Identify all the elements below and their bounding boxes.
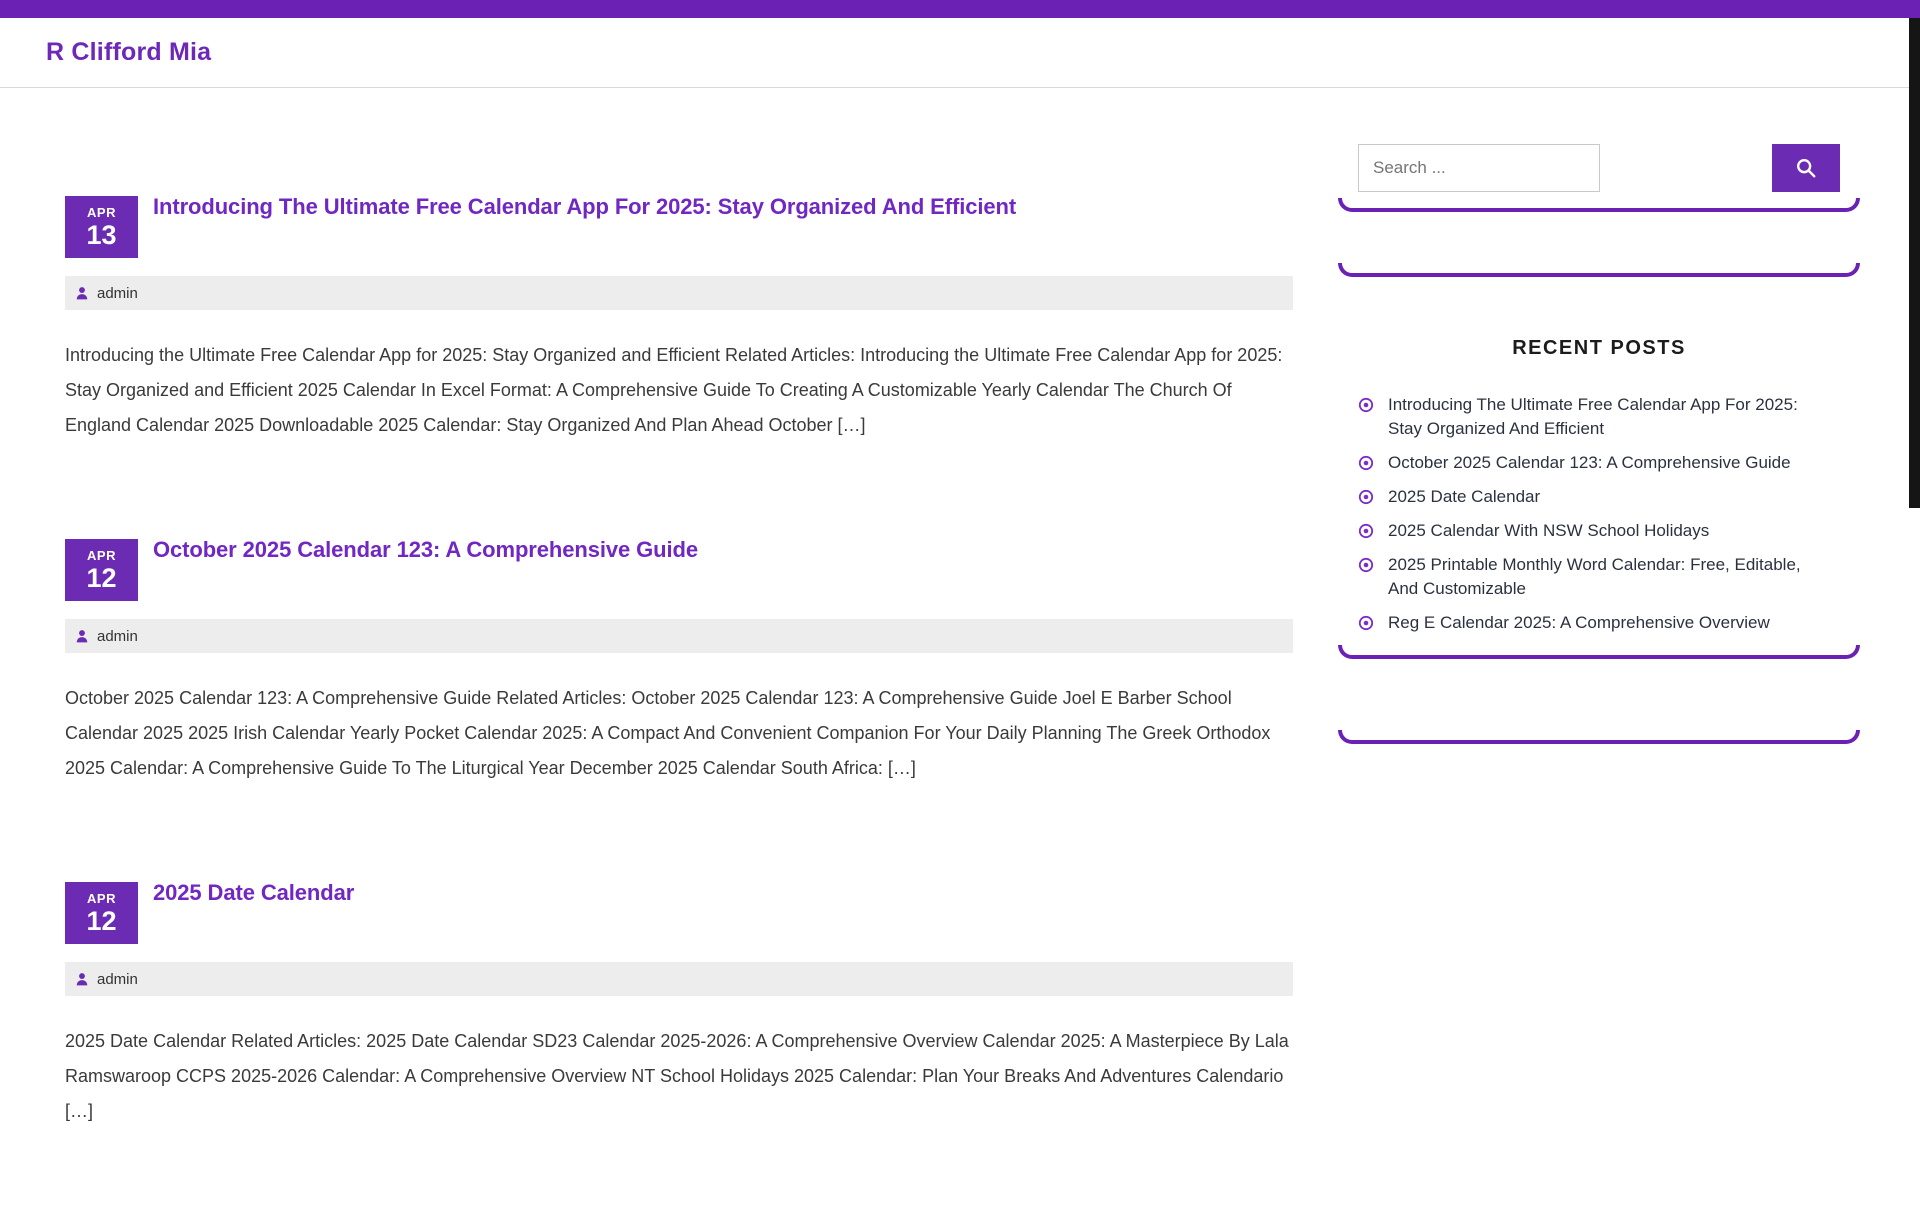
post-article: APR 12 October 2025 Calendar 123: A Comp… [65,536,1293,786]
post-date-day: 13 [86,219,117,250]
bullseye-icon [1358,523,1374,539]
post-date-badge: APR 12 [65,882,138,944]
search-input[interactable] [1358,144,1600,192]
post-date-badge: APR 12 [65,539,138,601]
post-author-link[interactable]: admin [97,285,138,302]
empty-widget-border [1338,263,1860,277]
post-article: APR 12 2025 Date Calendar admin 2025 Dat… [65,879,1293,1129]
post-author-link[interactable]: admin [97,628,138,645]
post-header: APR 12 October 2025 Calendar 123: A Comp… [65,536,1293,601]
post-header: APR 12 2025 Date Calendar [65,879,1293,944]
post-author-link[interactable]: admin [97,971,138,988]
vertical-scrollbar[interactable] [1909,18,1920,508]
post-header: APR 13 Introducing The Ultimate Free Cal… [65,193,1293,258]
recent-post-link[interactable]: Introducing The Ultimate Free Calendar A… [1388,393,1828,441]
post-excerpt: 2025 Date Calendar Related Articles: 202… [65,1031,1289,1121]
bullseye-icon [1358,455,1374,471]
recent-post-item: 2025 Date Calendar [1358,485,1860,509]
recent-posts-heading: RECENT POSTS [1512,337,1686,359]
recent-post-item: 2025 Calendar With NSW School Holidays [1358,519,1860,543]
recent-post-item: Reg E Calendar 2025: A Comprehensive Ove… [1358,611,1860,635]
recent-post-link[interactable]: 2025 Printable Monthly Word Calendar: Fr… [1388,553,1828,601]
post-article: APR 13 Introducing The Ultimate Free Cal… [65,193,1293,443]
user-icon [76,630,88,643]
post-date-month: APR [87,890,116,906]
site-header: R Clifford Mia [0,18,1920,88]
site-title-link[interactable]: R Clifford Mia [46,38,211,67]
post-meta-bar: admin [65,276,1293,310]
recent-post-item: October 2025 Calendar 123: A Comprehensi… [1358,451,1860,475]
post-excerpt: Introducing the Ultimate Free Calendar A… [65,345,1283,435]
post-meta-bar: admin [65,962,1293,996]
post-title-link[interactable]: Introducing The Ultimate Free Calendar A… [153,193,1016,221]
post-date-badge: APR 13 [65,196,138,258]
post-date-day: 12 [86,562,117,593]
post-date-month: APR [87,204,116,220]
post-meta-bar: admin [65,619,1293,653]
top-accent-bar [0,0,1920,18]
sidebar: RECENT POSTS Introducing The Ultimate Fr… [1338,144,1860,744]
search-widget [1338,144,1860,192]
recent-post-item: Introducing The Ultimate Free Calendar A… [1358,393,1860,441]
post-excerpt: October 2025 Calendar 123: A Comprehensi… [65,688,1271,778]
empty-widget-border [1338,730,1860,744]
recent-posts-widget-border [1338,645,1860,659]
recent-post-link[interactable]: 2025 Calendar With NSW School Holidays [1388,519,1709,543]
bullseye-icon [1358,557,1374,573]
recent-post-item: 2025 Printable Monthly Word Calendar: Fr… [1358,553,1860,601]
posts-column: APR 13 Introducing The Ultimate Free Cal… [65,193,1293,1225]
recent-post-link[interactable]: October 2025 Calendar 123: A Comprehensi… [1388,451,1791,475]
bullseye-icon [1358,489,1374,505]
post-title-link[interactable]: October 2025 Calendar 123: A Comprehensi… [153,536,698,564]
bullseye-icon [1358,615,1374,631]
search-icon [1797,159,1816,178]
recent-post-link[interactable]: Reg E Calendar 2025: A Comprehensive Ove… [1388,611,1770,635]
search-button[interactable] [1772,144,1840,192]
user-icon [76,287,88,300]
user-icon [76,973,88,986]
bullseye-icon [1358,397,1374,413]
post-date-month: APR [87,547,116,563]
post-title-link[interactable]: 2025 Date Calendar [153,879,354,907]
recent-post-link[interactable]: 2025 Date Calendar [1388,485,1540,509]
search-widget-border [1338,198,1860,212]
post-date-day: 12 [86,905,117,936]
recent-posts-list: Introducing The Ultimate Free Calendar A… [1338,393,1860,635]
